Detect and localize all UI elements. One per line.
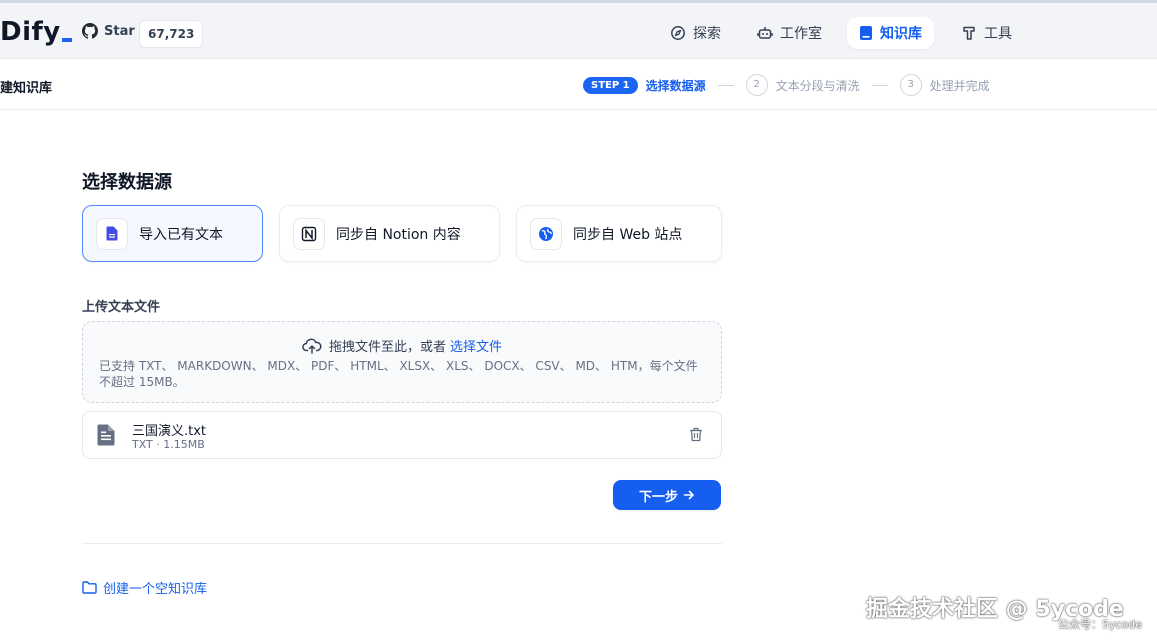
cloud-upload-icon	[302, 338, 322, 354]
page-title: 创建知识库	[0, 81, 53, 96]
step-1-badge: STEP 1	[583, 76, 638, 94]
compass-icon	[671, 26, 685, 40]
select-file-link[interactable]: 选择文件	[450, 336, 502, 355]
uploaded-file-item[interactable]: 三国演义.txt TXT · 1.15MB	[82, 411, 722, 459]
stepper: STEP 1 选择数据源 2 文本分段与清洗 3 处理并完成	[583, 74, 990, 96]
next-step-label: 下一步	[638, 489, 678, 505]
file-name: 三国演义.txt	[132, 424, 207, 439]
step-2-label: 文本分段与清洗	[775, 78, 860, 93]
document-icon	[97, 424, 115, 446]
source-website[interactable]: 同步自 Web 站点	[516, 205, 722, 262]
step-divider	[717, 84, 734, 86]
step-2-number: 2	[745, 74, 768, 96]
section-divider	[82, 543, 722, 544]
upload-section-title: 上传文本文件	[82, 300, 161, 315]
create-empty-dataset-label: 创建一个空知识库	[103, 582, 208, 597]
arrow-right-icon	[683, 490, 694, 500]
nav-tools[interactable]: 工具	[949, 17, 1024, 49]
book-icon	[860, 26, 872, 40]
notion-icon	[301, 226, 317, 241]
nav-knowledge[interactable]: 知识库	[847, 17, 934, 49]
source-notion-label: 同步自 Notion 内容	[336, 226, 461, 243]
trash-icon[interactable]	[689, 427, 703, 442]
star-count[interactable]: 67,723	[139, 20, 204, 48]
file-meta: TXT · 1.15MB	[132, 438, 205, 451]
file-text-icon	[106, 226, 118, 241]
globe-icon	[539, 226, 553, 241]
star-label: Star	[104, 23, 135, 39]
dropzone-prompt-line: 拖拽文件至此，或者 选择文件	[83, 336, 721, 355]
logo-underscore	[61, 38, 72, 42]
source-website-label: 同步自 Web 站点	[573, 226, 683, 243]
step-3-number: 3	[899, 74, 922, 96]
source-icon-box	[293, 217, 325, 250]
robot-icon	[757, 27, 773, 39]
step-1-label: 选择数据源	[645, 78, 706, 93]
nav-knowledge-label: 知识库	[880, 26, 922, 42]
source-icon-box	[96, 217, 128, 250]
step-divider	[871, 84, 888, 86]
nav-tools-label: 工具	[984, 26, 1012, 42]
top-navigation-bar: Dify Star 67,723 探索 工作室 知识库 工具	[0, 3, 1157, 59]
section-title: 选择数据源	[82, 172, 172, 193]
step-3-label: 处理并完成	[929, 78, 990, 93]
source-icon-box	[530, 217, 562, 250]
dify-logo[interactable]: Dify	[0, 17, 72, 47]
github-icon	[82, 23, 98, 39]
next-step-button[interactable]: 下一步	[613, 480, 721, 510]
source-import-file-label: 导入已有文本	[139, 226, 223, 243]
folder-icon	[82, 581, 97, 594]
create-dataset-header: 创建知识库 STEP 1 选择数据源 2 文本分段与清洗 3 处理并完成	[0, 59, 1157, 110]
github-star-button[interactable]: Star	[82, 23, 135, 39]
source-import-file[interactable]: 导入已有文本	[82, 205, 263, 262]
nav-studio[interactable]: 工作室	[745, 17, 834, 49]
source-notion[interactable]: 同步自 Notion 内容	[279, 205, 500, 262]
hammer-icon	[963, 26, 975, 40]
nav-explore-label: 探索	[693, 26, 721, 42]
supported-formats-text: 已支持 TXT、 MARKDOWN、 MDX、 PDF、 HTML、 XLSX、…	[99, 359, 698, 389]
create-empty-dataset-link[interactable]: 创建一个空知识库	[82, 578, 207, 597]
nav-explore[interactable]: 探索	[658, 17, 733, 49]
file-dropzone[interactable]: 拖拽文件至此，或者 选择文件 已支持 TXT、 MARKDOWN、 MDX、 P…	[82, 321, 722, 403]
logo-text: Dify	[0, 17, 61, 47]
dropzone-prompt: 拖拽文件至此，或者	[328, 340, 446, 355]
watermark-sub: 公众号：5ycode	[1058, 618, 1143, 631]
nav-studio-label: 工作室	[780, 26, 822, 42]
